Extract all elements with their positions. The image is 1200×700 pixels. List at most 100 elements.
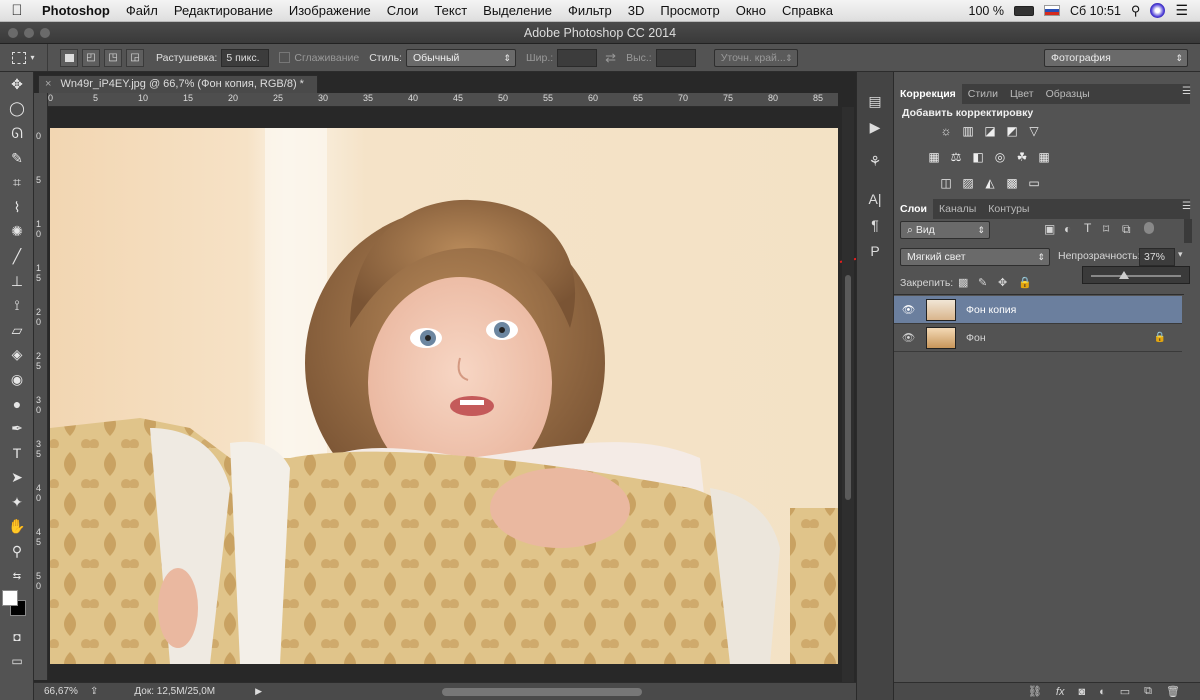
spotlight-search-icon[interactable]: ⚲ bbox=[1131, 3, 1141, 19]
tab-channels[interactable]: Каналы bbox=[933, 199, 982, 219]
menu-layers[interactable]: Слои bbox=[379, 3, 427, 18]
history-brush-tool-icon[interactable]: ⟟ bbox=[0, 293, 34, 318]
mask-icon[interactable]: ◙ bbox=[1078, 686, 1085, 698]
hue-saturation-icon[interactable]: ▦ bbox=[926, 150, 942, 164]
swap-icon[interactable]: ⇄ bbox=[605, 50, 616, 66]
menu-view[interactable]: Просмотр bbox=[652, 3, 727, 18]
opacity-dropdown-arrow-icon[interactable]: ▾ bbox=[1178, 249, 1183, 260]
layer-row-background-copy[interactable]: 👁 Фон копия bbox=[894, 296, 1182, 324]
eraser-tool-icon[interactable]: ▱ bbox=[0, 318, 34, 343]
new-layer-icon[interactable]: ⧉ bbox=[1144, 685, 1152, 698]
threshold-icon[interactable]: ◭ bbox=[982, 176, 998, 190]
eyedropper-tool-icon[interactable]: ⌇ bbox=[0, 195, 34, 220]
lock-transparent-pixels-icon[interactable]: ▩ bbox=[958, 276, 968, 289]
exposure-icon[interactable]: ◩ bbox=[1004, 124, 1020, 138]
curves-icon[interactable]: ◪ bbox=[982, 124, 998, 138]
marquee-tool-icon[interactable]: ◯ bbox=[0, 97, 34, 122]
filter-pixel-icon[interactable]: ▣ bbox=[1044, 222, 1055, 236]
width-input[interactable] bbox=[557, 48, 598, 67]
siri-icon[interactable] bbox=[1150, 3, 1166, 18]
swap-colors-icon[interactable]: ⇆ bbox=[0, 564, 34, 589]
tool-preset-picker[interactable]: ▾ bbox=[0, 44, 48, 71]
spot-healing-tool-icon[interactable]: ✺ bbox=[0, 220, 34, 245]
horizontal-ruler[interactable]: 0 5 10 15 20 25 30 35 40 45 50 55 60 65 … bbox=[48, 93, 838, 107]
add-to-selection-button[interactable]: ◰ bbox=[82, 48, 100, 67]
menu-filter[interactable]: Фильтр bbox=[560, 3, 620, 18]
menu-help[interactable]: Справка bbox=[774, 3, 841, 18]
blend-mode-dropdown[interactable]: Мягкий свет bbox=[900, 248, 1050, 266]
minimize-window-icon[interactable] bbox=[24, 28, 34, 38]
folder-icon[interactable]: ▭ bbox=[1120, 685, 1130, 698]
dodge-tool-icon[interactable]: ● bbox=[0, 392, 34, 417]
status-menu-arrow-icon[interactable]: ▶ bbox=[255, 686, 262, 697]
battery-icon[interactable] bbox=[1013, 5, 1034, 16]
share-icon[interactable]: ⇪ bbox=[90, 686, 98, 697]
menu-list-icon[interactable]: ☰ bbox=[1175, 2, 1188, 19]
crop-tool-icon[interactable]: ⌗ bbox=[0, 170, 34, 195]
document-info[interactable]: Док: 12,5M/25,0M bbox=[134, 686, 215, 697]
height-input[interactable] bbox=[655, 48, 696, 67]
shape-tool-icon[interactable]: ✦ bbox=[0, 490, 34, 515]
menu-select[interactable]: Выделение bbox=[475, 3, 560, 18]
layer-filter-dropdown[interactable]: ⌕ Вид bbox=[900, 221, 990, 239]
panel-menu-icon[interactable]: ☰ bbox=[1182, 86, 1191, 97]
trash-icon[interactable]: 🗑 bbox=[1166, 685, 1180, 698]
brush-tool-icon[interactable]: ╱ bbox=[0, 244, 34, 269]
filter-toggle-switch[interactable] bbox=[1144, 222, 1154, 234]
style-dropdown[interactable]: Обычный bbox=[405, 48, 516, 67]
new-selection-button[interactable] bbox=[60, 48, 78, 67]
feather-input[interactable]: 5 пикс. bbox=[221, 48, 270, 67]
color-swatches[interactable] bbox=[0, 588, 34, 624]
opacity-slider-thumb[interactable] bbox=[1119, 271, 1130, 279]
quick-selection-tool-icon[interactable]: ✎ bbox=[0, 146, 34, 171]
input-language-flag-icon[interactable] bbox=[1043, 5, 1060, 16]
visibility-eye-icon[interactable]: 👁 bbox=[902, 331, 918, 344]
pen-tool-icon[interactable]: ✒ bbox=[0, 416, 34, 441]
adjustment-icon[interactable]: ◐ bbox=[1099, 686, 1106, 698]
properties-panel-icon[interactable]: P bbox=[857, 238, 893, 264]
workspace-dropdown[interactable]: Фотография bbox=[1044, 48, 1188, 67]
intersect-selection-button[interactable]: ◲ bbox=[126, 48, 144, 67]
filter-smart-object-icon[interactable]: ⧉ bbox=[1122, 222, 1131, 237]
color-balance-icon[interactable]: ⚖ bbox=[948, 150, 964, 164]
horizontal-scroll-thumb[interactable] bbox=[442, 687, 643, 696]
layer-name[interactable]: Фон bbox=[966, 332, 986, 344]
filter-shape-icon[interactable]: ⌑ bbox=[1103, 222, 1109, 236]
layer-name[interactable]: Фон копия bbox=[966, 304, 1016, 316]
clock[interactable]: Сб 10:51 bbox=[1070, 4, 1121, 18]
document-tab[interactable]: × Wn49r_iP4EY.jpg @ 66,7% (Фон копия, RG… bbox=[38, 75, 318, 93]
color-lookup-icon[interactable]: ▦ bbox=[1036, 150, 1052, 164]
layers-panel-menu-icon[interactable]: ☰ bbox=[1182, 201, 1191, 212]
move-tool-icon[interactable]: ✥ bbox=[0, 72, 34, 97]
channel-mixer-icon[interactable]: ☘ bbox=[1014, 150, 1030, 164]
brightness-contrast-icon[interactable]: ☼ bbox=[938, 124, 954, 138]
layer-row-background[interactable]: 👁 Фон 🔒 bbox=[894, 324, 1182, 352]
paragraph-panel-icon[interactable]: ¶ bbox=[857, 212, 893, 238]
link-icon[interactable]: ⛓ bbox=[1028, 685, 1042, 698]
opacity-slider-track[interactable] bbox=[1091, 275, 1181, 277]
type-tool-icon[interactable]: T bbox=[0, 441, 34, 466]
actions-panel-icon[interactable]: ▶ bbox=[857, 114, 893, 140]
menu-edit[interactable]: Редактирование bbox=[166, 3, 281, 18]
lock-image-pixels-icon[interactable]: ✎ bbox=[978, 276, 987, 289]
tab-styles[interactable]: Стили bbox=[962, 84, 1004, 104]
history-panel-icon[interactable]: ▤ bbox=[857, 88, 893, 114]
filter-adjustment-icon[interactable]: ◐ bbox=[1064, 222, 1071, 236]
antialias-checkbox[interactable] bbox=[279, 52, 291, 63]
subtract-selection-button[interactable]: ◳ bbox=[104, 48, 122, 67]
tab-adjustments[interactable]: Коррекция bbox=[894, 84, 962, 104]
close-tab-icon[interactable]: × bbox=[45, 78, 51, 90]
paint-bucket-tool-icon[interactable]: ◈ bbox=[0, 343, 34, 368]
gradient-map-icon[interactable]: ▭ bbox=[1026, 176, 1042, 190]
hand-tool-icon[interactable]: ✋ bbox=[0, 515, 34, 540]
invert-icon[interactable]: ◫ bbox=[938, 176, 954, 190]
tab-paths[interactable]: Контуры bbox=[982, 199, 1035, 219]
filter-type-icon[interactable]: T bbox=[1084, 221, 1091, 235]
foreground-color-swatch[interactable] bbox=[2, 590, 18, 607]
apple-icon[interactable]:  bbox=[0, 2, 34, 19]
menu-app-name[interactable]: Photoshop bbox=[34, 3, 118, 18]
fx-icon[interactable]: fx bbox=[1056, 686, 1065, 698]
refine-edge-button[interactable]: Уточн. край... bbox=[713, 48, 798, 67]
zoom-window-icon[interactable] bbox=[40, 28, 50, 38]
zoom-tool-icon[interactable]: ⚲ bbox=[0, 539, 34, 564]
